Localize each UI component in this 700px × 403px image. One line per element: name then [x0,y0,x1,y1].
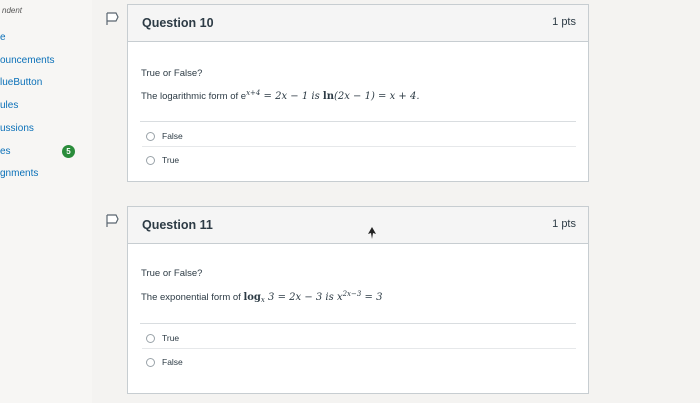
sidebar-item-announcements[interactable]: ouncements [0,55,54,66]
answer-option[interactable]: True [146,333,179,343]
question-prompt: True or False? [141,268,203,279]
answer-option[interactable]: True [146,155,179,165]
question-points: 1 pts [552,218,576,230]
sidebar-item-bluebutton[interactable]: lueButton [0,77,42,88]
grades-count-badge: 5 [62,145,75,158]
sidebar-item-home[interactable]: e [0,32,6,43]
sidebar-item-assignments[interactable]: gnments [0,168,38,179]
sidebar-item-modules[interactable]: ules [0,100,18,111]
question-points: 1 pts [552,16,576,28]
sidebar-top-label: ndent [2,6,23,15]
question-prompt: True or False? [141,68,203,79]
answer-label: False [162,357,183,367]
statement-text: The logarithmic form of e [141,91,247,102]
statement-math-tail: = 3 [361,292,383,303]
statement-math: = 2x − 1 is [260,91,323,102]
question-header: Question 11 1 pts [128,207,588,244]
question-statement: The exponential form of logx 3 = 2x − 3 … [141,290,382,304]
sidebar-item-grades[interactable]: es [0,146,11,157]
sidebar-item-discussions[interactable]: ussions [0,123,34,134]
radio-button[interactable] [146,333,155,343]
statement-math: 3 = 2x − 3 is x [264,292,343,303]
course-sidebar: ndent e ouncements lueButton ules ussion… [0,0,92,403]
question-11-card: Question 11 1 pts True or False? The exp… [106,206,589,394]
answer-label: True [162,333,180,343]
mouse-cursor-icon [368,227,376,239]
question-10-card: Question 10 1 pts True or False? The log… [106,4,589,182]
statement-log: log [243,292,261,303]
question-header: Question 10 1 pts [128,5,588,42]
answer-label: True [162,155,180,165]
flag-question-icon[interactable] [105,214,119,228]
statement-math-tail: (2x − 1) = x + 4. [333,91,420,102]
radio-button[interactable] [146,357,155,367]
statement-text: The exponential form of [141,292,244,303]
question-divider [140,323,576,324]
answer-label: False [162,131,183,141]
statement-exponent: 2x−3 [342,290,362,298]
question-divider [140,121,576,122]
statement-exponent: x+4 [246,89,261,97]
statement-ln: ln [322,91,334,102]
answer-option[interactable]: False [146,357,183,367]
answer-separator [142,146,576,147]
radio-button[interactable] [146,155,155,165]
answer-separator [142,348,576,349]
flag-question-icon[interactable] [105,12,119,26]
answer-option[interactable]: False [146,131,183,141]
question-statement: The logarithmic form of ex+4 = 2x − 1 is… [141,89,420,102]
question-title: Question 11 [142,218,213,232]
radio-button[interactable] [146,131,155,141]
question-title: Question 10 [142,16,214,30]
